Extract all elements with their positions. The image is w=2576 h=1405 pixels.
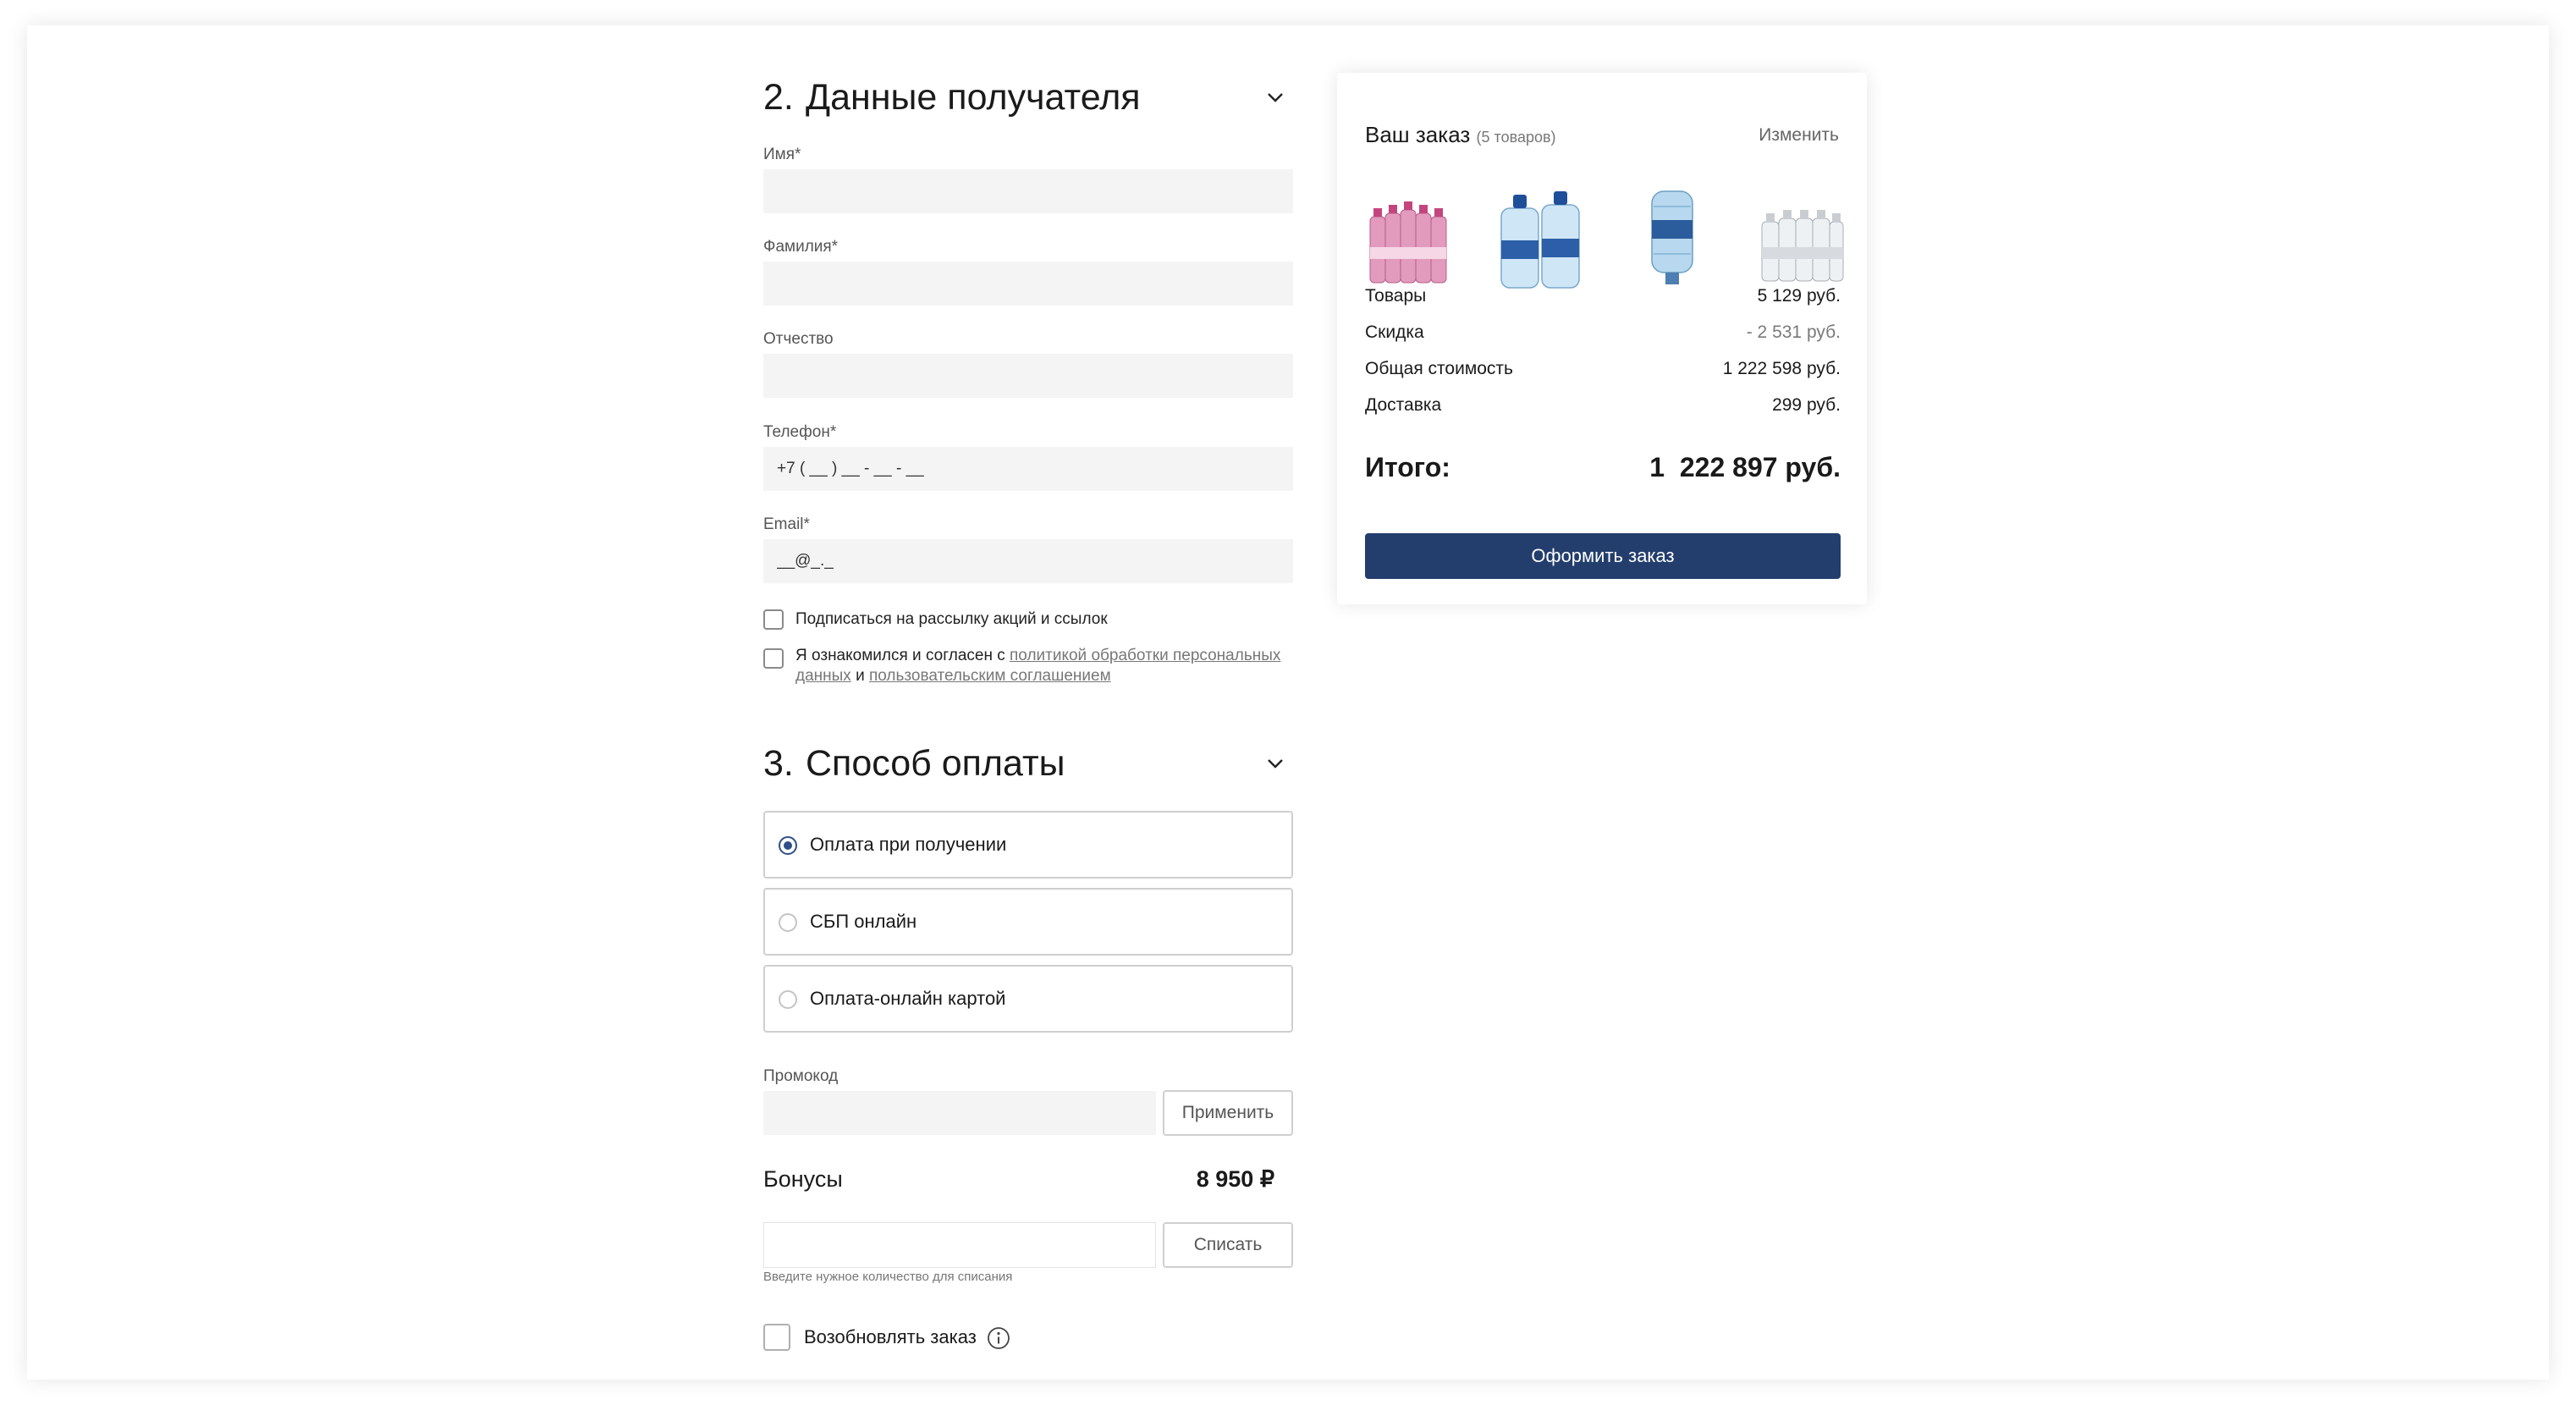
chevron-down-icon[interactable] xyxy=(1264,86,1286,108)
writeoff-bonuses-button[interactable]: Списать xyxy=(1163,1222,1293,1268)
bonuses-amount: 8 950 ₽ xyxy=(1196,1166,1274,1192)
subscribe-checkbox[interactable] xyxy=(763,609,784,630)
radio-selected[interactable] xyxy=(779,836,797,855)
promo-input[interactable] xyxy=(763,1091,1156,1135)
renew-order-label: Возобновлять заказ xyxy=(804,1326,977,1347)
section-number: 2. xyxy=(763,77,794,118)
section-number: 3. xyxy=(763,743,794,784)
agree-text: Я ознакомился и согласен с политикой обр… xyxy=(795,646,1293,686)
radio-unselected[interactable] xyxy=(779,990,797,1009)
first-name-input[interactable] xyxy=(763,169,1293,213)
payment-option-label: СБП онлайн xyxy=(810,911,917,932)
order-title: Ваш заказ (5 товаров) xyxy=(1365,122,1556,148)
payment-option-sbp[interactable]: СБП онлайн xyxy=(763,888,1293,956)
summary-row-total-cost: Общая стоимость 1 222 598 руб. xyxy=(1365,359,1841,384)
bonuses-input[interactable] xyxy=(763,1222,1156,1268)
phone-input[interactable] xyxy=(763,447,1293,491)
agree-checkbox[interactable] xyxy=(763,648,784,669)
payment-section-header[interactable]: 3. Способ оплаты xyxy=(763,734,1293,793)
patronymic-input[interactable] xyxy=(763,354,1293,398)
email-label: Email* xyxy=(763,515,810,533)
payment-option-label: Оплата при получении xyxy=(810,834,1007,855)
edit-order-link[interactable]: Изменить xyxy=(1759,125,1839,146)
agree-and: и xyxy=(856,667,865,685)
row-value: - 2 531 руб. xyxy=(1746,322,1841,342)
summary-row-discount: Скидка - 2 531 руб. xyxy=(1365,322,1841,348)
radio-unselected[interactable] xyxy=(779,913,797,932)
order-total: Итого: 1 222 897 руб. xyxy=(1365,452,1841,488)
row-value: 5 129 руб. xyxy=(1757,286,1841,306)
row-label: Скидка xyxy=(1365,322,1424,342)
pink-water-pack-icon xyxy=(1369,201,1447,284)
last-name-input[interactable] xyxy=(763,262,1293,306)
section-title: Данные получателя xyxy=(806,77,1141,118)
water-cooler-bottle-icon xyxy=(1651,190,1693,284)
apply-promo-button[interactable]: Применить xyxy=(1163,1090,1293,1136)
info-icon[interactable] xyxy=(987,1326,1010,1350)
first-name-label: Имя* xyxy=(763,146,801,163)
last-name-label: Фамилия* xyxy=(763,238,839,256)
bonuses-hint: Введите нужное количество для списания xyxy=(763,1270,1013,1284)
summary-row-delivery: Доставка 299 руб. xyxy=(1365,395,1841,421)
chevron-down-icon[interactable] xyxy=(1264,752,1286,774)
payment-option-card[interactable]: Оплата-онлайн картой xyxy=(763,965,1293,1033)
patronymic-label: Отчество xyxy=(763,330,834,348)
total-label: Итого: xyxy=(1365,452,1450,482)
email-input[interactable] xyxy=(763,539,1293,583)
phone-label: Телефон* xyxy=(763,423,837,441)
promo-label: Промокод xyxy=(763,1067,839,1085)
clear-water-pack-icon xyxy=(1761,210,1844,282)
subscribe-label: Подписаться на рассылку акций и ссылок xyxy=(795,610,1108,628)
row-label: Товары xyxy=(1365,286,1427,306)
checkout-page: 2. Данные получателя Имя* Фамилия* Отчес… xyxy=(27,25,2549,1380)
row-label: Общая стоимость xyxy=(1365,359,1513,378)
bonuses-label: Бонусы xyxy=(763,1166,843,1192)
row-value: 299 руб. xyxy=(1772,395,1841,415)
payment-option-on-delivery[interactable]: Оплата при получении xyxy=(763,811,1293,879)
section-title: Способ оплаты xyxy=(806,743,1065,784)
order-title-text: Ваш заказ xyxy=(1365,122,1471,147)
order-summary-card: Ваш заказ (5 товаров) Изменить Товары 5 … xyxy=(1337,73,1867,604)
row-label: Доставка xyxy=(1365,395,1442,415)
renew-order-checkbox[interactable] xyxy=(763,1324,790,1351)
payment-option-label: Оплата-онлайн картой xyxy=(810,988,1006,1009)
agree-prefix: Я ознакомился и согласен с xyxy=(795,647,1005,664)
summary-row-goods: Товары 5 129 руб. xyxy=(1365,286,1841,311)
blue-water-5l-pair-icon xyxy=(1500,191,1580,289)
submit-order-button[interactable]: Оформить заказ xyxy=(1365,533,1841,579)
row-value: 1 222 598 руб. xyxy=(1722,359,1841,378)
user-agreement-link[interactable]: пользовательским соглашением xyxy=(869,667,1111,685)
order-item-count: (5 товаров) xyxy=(1476,129,1556,146)
recipient-section-header[interactable]: 2. Данные получателя xyxy=(763,68,1293,127)
total-value: 1 222 897 руб. xyxy=(1649,452,1841,482)
